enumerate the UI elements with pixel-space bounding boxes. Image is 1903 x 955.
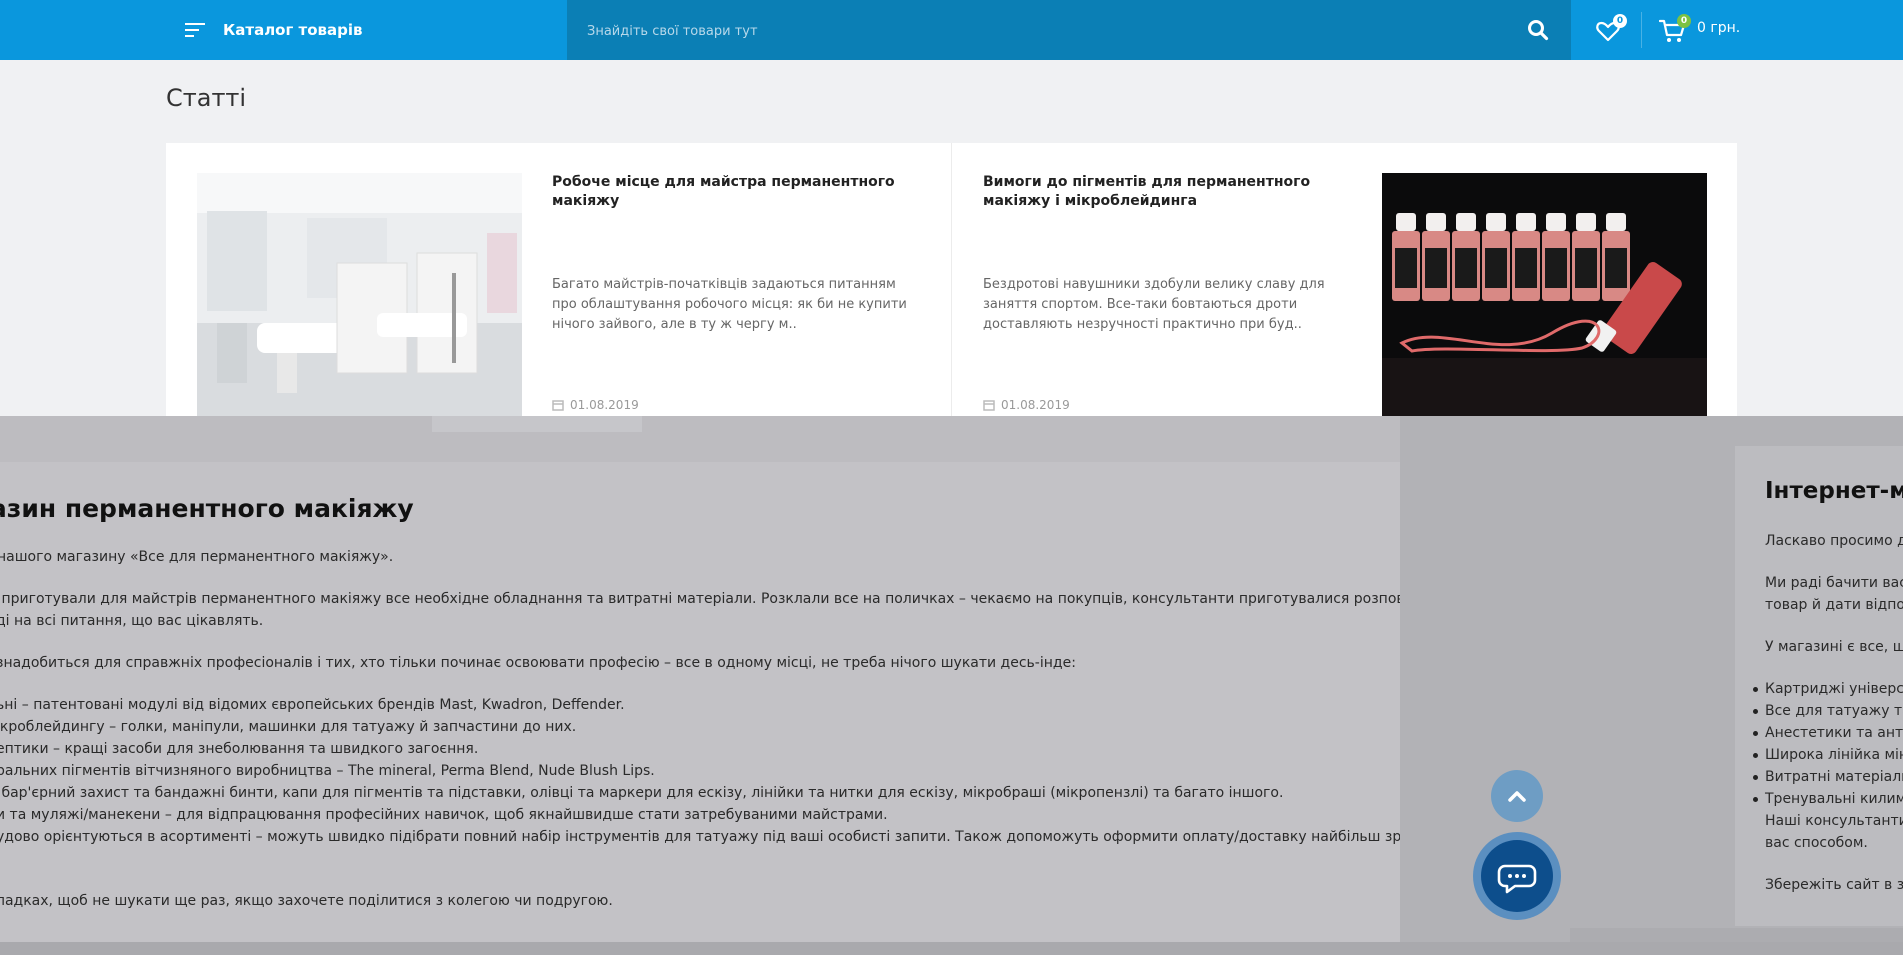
seo-side-bullet: Все для татуажу та м bbox=[1753, 700, 1903, 722]
backdrop-footer bbox=[0, 942, 1903, 955]
seo-side-line: Ми раді бачити вас - bbox=[1765, 575, 1903, 591]
articles-title: Статті bbox=[166, 84, 247, 112]
seo-side-line: Збережіть сайт в зак bbox=[1765, 877, 1903, 893]
seo-side-line: Ласкаво просимо до bbox=[1765, 533, 1903, 549]
search-button[interactable] bbox=[1527, 19, 1549, 41]
menu-icon bbox=[185, 22, 205, 38]
wishlist-button[interactable]: 0 bbox=[1595, 14, 1627, 44]
seo-text-side: Інтернет-м Ласкаво просимо до Ми раді ба… bbox=[1735, 446, 1903, 928]
chevron-up-icon bbox=[1508, 791, 1526, 802]
seo-side-title: Інтернет-м bbox=[1765, 478, 1903, 504]
chat-button[interactable] bbox=[1481, 840, 1553, 912]
seo-line: знадобиться для справжніх професіоналів … bbox=[0, 655, 1076, 671]
seo-line: – приготували для майстрів перманентного… bbox=[0, 591, 1400, 607]
article-date-text: 01.08.2019 bbox=[570, 398, 639, 412]
backdrop-bottom-edge bbox=[1570, 928, 1903, 942]
article-title-link[interactable]: Робоче місце для майстра перманентного м… bbox=[552, 173, 922, 211]
article-date: 01.08.2019 bbox=[552, 398, 639, 412]
seo-side-line: вас способом. bbox=[1765, 835, 1868, 851]
seo-side-line: Наші консультанти ч bbox=[1765, 813, 1903, 829]
articles-column-divider bbox=[951, 143, 952, 431]
seo-line: ладках, щоб не шукати ще раз, якщо захоч… bbox=[0, 893, 613, 909]
seo-line: ді на всі питання, що вас цікавлять. bbox=[0, 613, 264, 629]
calendar-icon bbox=[983, 400, 995, 411]
scroll-to-top-button[interactable] bbox=[1491, 770, 1543, 822]
seo-side-bullet: Картриджі універсал bbox=[1752, 678, 1903, 700]
catalog-label: Каталог товарів bbox=[223, 21, 363, 39]
backdrop-strip bbox=[0, 416, 1400, 462]
header-divider bbox=[1641, 12, 1642, 48]
chat-icon bbox=[1497, 864, 1537, 894]
seo-side-bullet: Анестетики та антис bbox=[1753, 722, 1903, 744]
article-image-workplace[interactable] bbox=[197, 173, 522, 416]
cart-total[interactable]: 0 грн. bbox=[1697, 20, 1740, 36]
cart-button[interactable]: 0 bbox=[1659, 14, 1691, 44]
article-date: 01.08.2019 bbox=[983, 398, 1070, 412]
seo-side-line: У магазині є все, що bbox=[1765, 639, 1903, 655]
seo-line: и та муляжі/манекени – для відпрацювання… bbox=[0, 807, 888, 823]
seo-line: ептики – кращі засоби для знеболювання т… bbox=[0, 741, 479, 757]
render-artifact bbox=[432, 416, 642, 432]
search-bar bbox=[567, 0, 1571, 62]
article-image-pigments[interactable] bbox=[1382, 173, 1707, 416]
cart-count-badge: 0 bbox=[1677, 14, 1691, 28]
site-header: Каталог товарів 0 0 0 грн. bbox=[0, 0, 1903, 62]
seo-side-bullet: Витратні матеріали - bbox=[1753, 766, 1903, 788]
article-title-link[interactable]: Вимоги до пігментів для перманентного ма… bbox=[983, 173, 1353, 211]
search-input[interactable] bbox=[585, 0, 1489, 62]
header-actions: 0 0 0 грн. bbox=[1571, 0, 1903, 60]
seo-side-line: товар й дати відпові bbox=[1765, 597, 1903, 613]
seo-side-bullet: Широка лінійка міне bbox=[1753, 744, 1903, 766]
seo-line: нашого магазину «Все для перманентного м… bbox=[0, 549, 394, 565]
article-date-text: 01.08.2019 bbox=[1001, 398, 1070, 412]
articles-panel: Робоче місце для майстра перманентного м… bbox=[166, 143, 1737, 431]
seo-line: – бар'єрний захист та бандажні бинти, ка… bbox=[0, 785, 1284, 801]
seo-text-main: агазин перманентного макіяжу нашого мага… bbox=[0, 462, 1400, 942]
seo-line: ікроблейдингу – голки, маніпули, машинки… bbox=[0, 719, 577, 735]
seo-line: удово орієнтуються в асортименті – можут… bbox=[0, 829, 1400, 845]
wishlist-count-badge: 0 bbox=[1613, 14, 1627, 28]
seo-line: ьні – патентовані модулі від відомих євр… bbox=[0, 697, 625, 713]
seo-line: ральних пігментів вітчизняного виробницт… bbox=[0, 763, 655, 779]
seo-side-bullet: Тренувальні килимк bbox=[1753, 788, 1903, 810]
article-excerpt: Багато майстрів-початківців задаються пи… bbox=[552, 277, 907, 332]
catalog-button[interactable]: Каталог товарів bbox=[185, 0, 363, 60]
article-excerpt: Бездротові навушники здобули велику слав… bbox=[983, 277, 1325, 332]
search-icon bbox=[1528, 20, 1549, 41]
seo-title: агазин перманентного макіяжу bbox=[0, 494, 414, 523]
calendar-icon bbox=[552, 400, 564, 411]
